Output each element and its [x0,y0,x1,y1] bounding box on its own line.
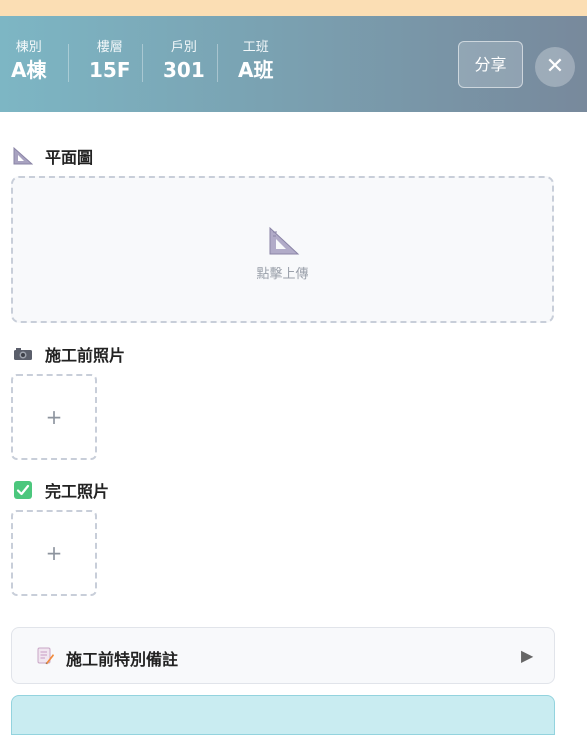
camera-icon [12,344,34,364]
header-bar: 棟別 A棟 樓層 15F 戶別 301 工班 A班 分享 ✕ [0,16,587,112]
floor-plan-section-title: 平面圖 [12,144,93,168]
triangle-ruler-icon [12,146,34,166]
close-button[interactable]: ✕ [535,47,575,87]
bottom-panel [11,695,555,735]
play-arrow-icon: ▶ [521,646,534,665]
building-field: 棟別 A棟 [11,40,46,83]
building-label: 棟別 [15,40,42,55]
plus-icon: + [45,405,63,429]
before-photos-title: 施工前照片 [45,346,126,365]
add-after-photo-button[interactable]: + [11,510,97,596]
add-before-photo-button[interactable]: + [11,374,97,460]
memo-icon [36,647,54,669]
before-photos-section-title: 施工前照片 [12,342,125,366]
unit-value: 301 [163,58,205,82]
pre-construction-notes-toggle[interactable]: 施工前特別備註 ▶ [11,627,555,684]
floor-field: 樓層 15F [89,40,131,83]
share-button[interactable]: 分享 [458,41,523,88]
header-divider [142,44,143,82]
after-photos-title: 完工照片 [45,482,110,501]
triangle-ruler-icon [268,226,300,260]
floor-value: 15F [89,58,131,82]
crew-field: 工班 A班 [238,40,273,83]
top-banner-strip [0,0,587,16]
unit-field: 戶別 301 [163,40,205,83]
floor-plan-upload-area[interactable]: 點擊上傳 [11,176,554,323]
check-box-icon [12,480,34,500]
crew-value: A班 [238,58,274,82]
header-divider [217,44,218,82]
unit-label: 戶別 [170,40,197,55]
crew-label: 工班 [242,40,269,55]
building-value: A棟 [11,58,47,82]
header-divider [68,44,69,82]
floor-label: 樓層 [96,40,123,55]
floor-plan-title: 平面圖 [45,148,94,167]
upload-hint: 點擊上傳 [256,267,309,282]
after-photos-section-title: 完工照片 [12,478,109,502]
notes-label: 施工前特別備註 [66,650,179,669]
close-icon: ✕ [545,54,565,79]
plus-icon: + [45,541,63,565]
